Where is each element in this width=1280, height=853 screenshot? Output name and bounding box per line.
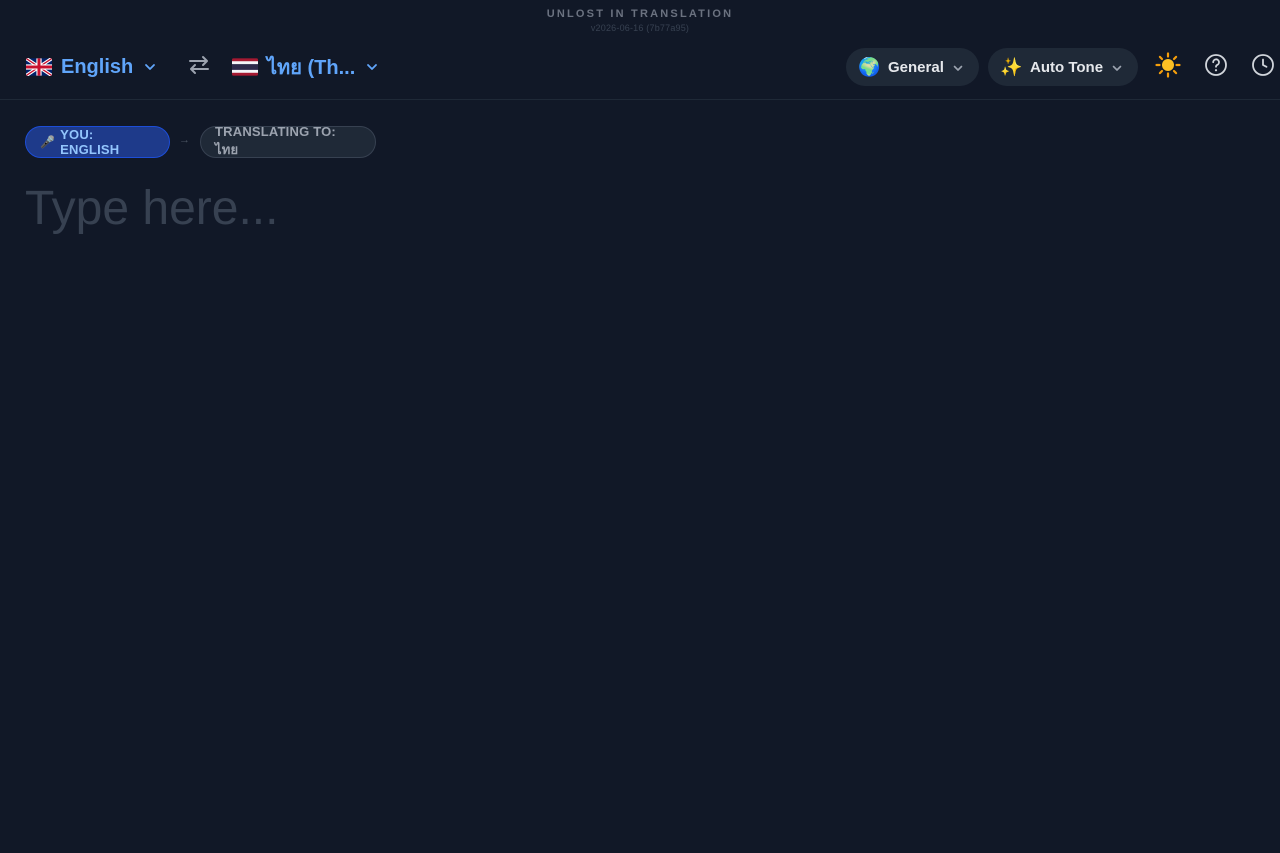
swap-arrows-icon	[186, 53, 212, 82]
clock-icon	[1251, 53, 1275, 82]
translation-input[interactable]	[25, 180, 1255, 820]
app-version: v2026-06-16 (7b77a95)	[590, 23, 690, 33]
header-divider	[0, 99, 1280, 100]
mode-label: General	[888, 58, 944, 76]
speaker-language-chip[interactable]: 🎤 YOU: ENGLISH	[25, 126, 170, 158]
mode-select-button[interactable]: 🌍 General	[846, 48, 979, 86]
swap-languages-button[interactable]	[184, 53, 214, 81]
sparkles-icon: ✨	[1000, 57, 1023, 77]
chevron-down-icon	[1111, 61, 1123, 73]
target-language-chip[interactable]: TRANSLATING TO: ไทย	[200, 124, 376, 158]
target-language-select[interactable]: ไทย (Th...	[232, 47, 379, 87]
target-language-label: ไทย (Th...	[267, 57, 356, 79]
tone-label: Auto Tone	[1030, 58, 1104, 76]
chevron-down-icon	[952, 61, 964, 73]
arrow-right-icon: →	[179, 134, 190, 146]
help-button[interactable]	[1203, 53, 1229, 82]
microphone-icon: 🎤	[40, 135, 56, 149]
speaker-language-label: YOU: ENGLISH	[60, 127, 120, 157]
sun-icon	[1155, 51, 1181, 83]
history-button[interactable]	[1250, 53, 1276, 82]
help-circle-icon	[1204, 53, 1228, 82]
source-language-select[interactable]: English	[26, 47, 157, 87]
source-language-label: English	[61, 55, 134, 78]
brand-header: UNLOST IN TRANSLATION v2026-06-16 (7b77a…	[0, 8, 1280, 33]
top-toolbar: English ไทย (Th... 🌍 General ✨ Auto Tone	[0, 44, 1280, 90]
target-language-chip-label: TRANSLATING TO: ไทย	[215, 124, 336, 157]
app-root: UNLOST IN TRANSLATION v2026-06-16 (7b77a…	[0, 0, 1280, 853]
tone-select-button[interactable]: ✨ Auto Tone	[988, 48, 1138, 86]
chevron-down-icon	[365, 60, 379, 74]
chevron-down-icon	[143, 60, 157, 74]
uk-flag-icon	[26, 58, 52, 76]
globe-icon: 🌍	[858, 57, 881, 77]
thailand-flag-icon	[232, 58, 258, 76]
app-title: UNLOST IN TRANSLATION	[546, 8, 734, 20]
theme-toggle-button[interactable]	[1155, 51, 1181, 83]
